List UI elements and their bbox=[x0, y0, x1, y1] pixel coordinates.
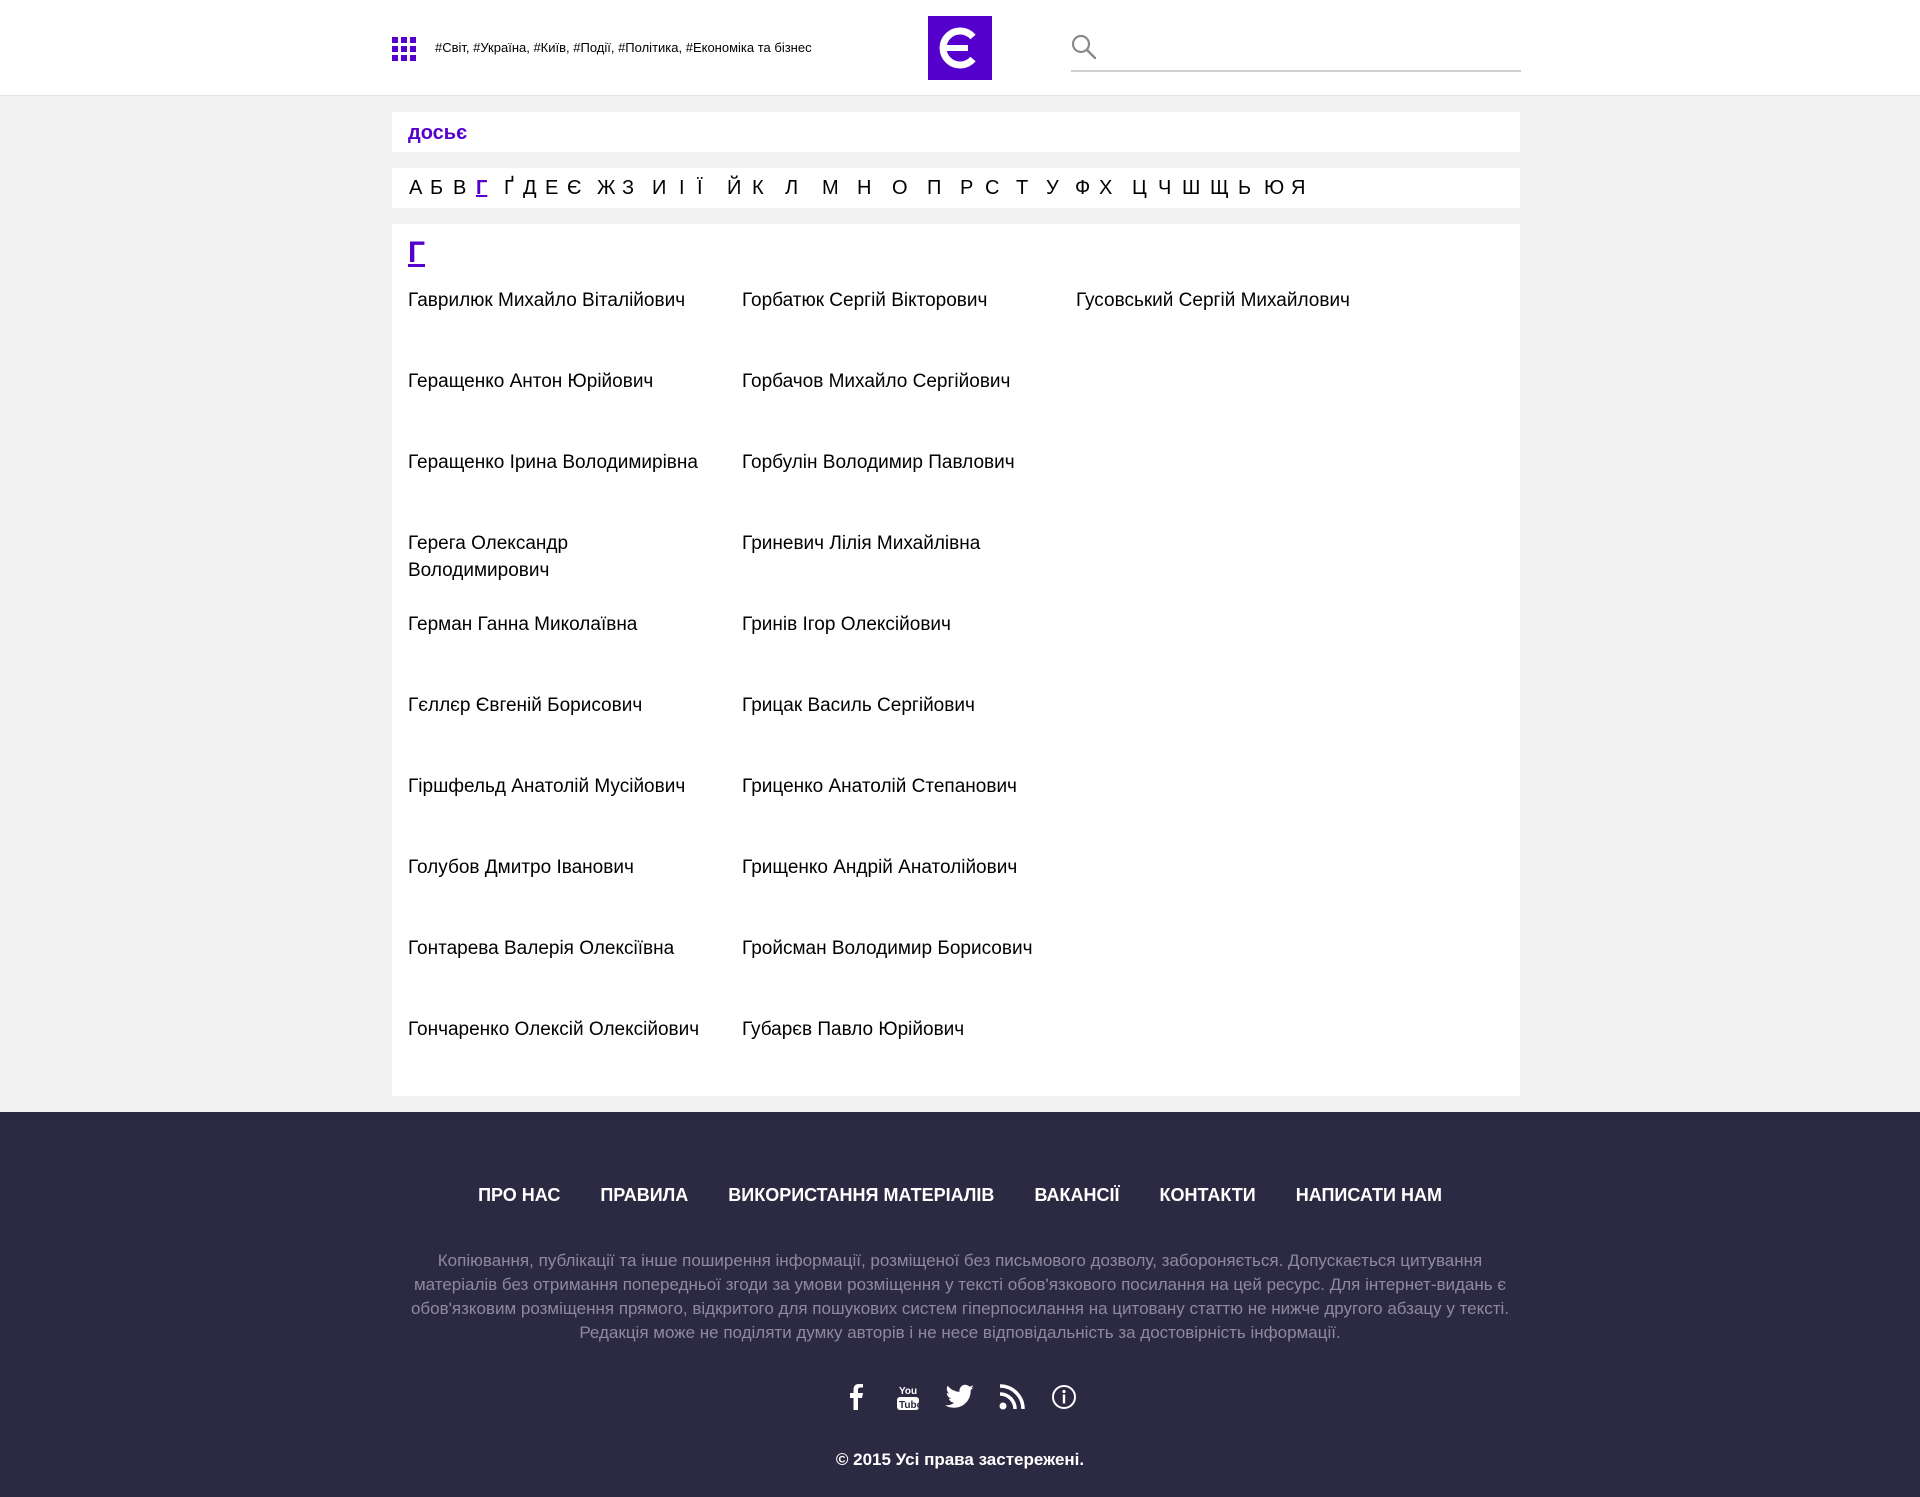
alphabet-letter[interactable]: П bbox=[927, 177, 941, 200]
alphabet-nav: АБВГҐДЕЄЖЗИІЇ ЙКЛ МНОПРСТУФХЦЧШЩЬЮЯ bbox=[392, 168, 1520, 208]
person-link[interactable]: Гройсман Володимир Борисович bbox=[742, 935, 1042, 962]
alphabet-letter[interactable]: Й bbox=[727, 177, 741, 200]
youtube-icon[interactable]: You Tube bbox=[893, 1382, 923, 1412]
alphabet-letter[interactable]: Д bbox=[523, 177, 537, 200]
person-link[interactable]: Грицак Василь Сергійович bbox=[742, 692, 1042, 719]
alphabet-letter[interactable]: Р bbox=[960, 177, 973, 200]
alphabet-letter[interactable]: Щ bbox=[1210, 177, 1229, 200]
person-link[interactable]: Гринів Ігор Олексійович bbox=[742, 611, 1042, 638]
alphabet-letter[interactable]: Ф bbox=[1075, 177, 1090, 200]
footer-nav-link[interactable]: КОНТАКТИ bbox=[1160, 1185, 1256, 1206]
site-logo[interactable] bbox=[928, 16, 992, 80]
person-link[interactable]: Горбачов Михайло Сергійович bbox=[742, 368, 1042, 395]
alphabet-letter[interactable]: Х bbox=[1099, 177, 1112, 200]
alphabet-letter[interactable]: Ц bbox=[1132, 177, 1147, 200]
alphabet-letter[interactable]: Є bbox=[567, 177, 581, 200]
twitter-icon[interactable] bbox=[945, 1382, 975, 1412]
alphabet-letter[interactable]: Ш bbox=[1182, 177, 1200, 200]
alphabet-letter[interactable]: М bbox=[822, 177, 839, 200]
person-link[interactable]: Гєллєр Євгеній Борисович bbox=[408, 692, 708, 719]
alphabet-letter[interactable]: Ж bbox=[597, 177, 615, 200]
section-title-bar: досьє bbox=[392, 112, 1520, 152]
alphabet-letter[interactable]: У bbox=[1046, 177, 1059, 200]
search-input[interactable] bbox=[1107, 34, 1517, 64]
alphabet-letter[interactable]: Г bbox=[476, 177, 487, 200]
alphabet-letter[interactable]: І bbox=[679, 177, 685, 200]
alphabet-letter[interactable]: К bbox=[752, 177, 764, 200]
alphabet-letter[interactable]: Е bbox=[545, 177, 558, 200]
current-letter-heading[interactable]: Г bbox=[408, 236, 425, 270]
person-link[interactable]: Грищенко Андрій Анатолійович bbox=[742, 854, 1042, 881]
social-links: You Tube bbox=[0, 1382, 1920, 1412]
person-link[interactable]: Геращенко Ірина Володимирівна bbox=[408, 449, 708, 476]
alphabet-letter[interactable]: И bbox=[652, 177, 666, 200]
alphabet-letter[interactable]: С bbox=[985, 177, 999, 200]
person-link[interactable]: Гриневич Лілія Михайлівна bbox=[742, 530, 1042, 557]
person-link[interactable]: Губарєв Павло Юрійович bbox=[742, 1016, 1042, 1043]
alphabet-letter[interactable]: А bbox=[409, 177, 422, 200]
page-title[interactable]: досьє bbox=[408, 122, 467, 145]
person-link[interactable]: Гриценко Анатолій Степанович bbox=[742, 773, 1042, 800]
person-link[interactable]: Гончаренко Олексій Олексійович bbox=[408, 1016, 708, 1043]
facebook-icon[interactable] bbox=[841, 1382, 871, 1412]
alphabet-letter[interactable]: Н bbox=[857, 177, 871, 200]
alphabet-letter[interactable]: Т bbox=[1016, 177, 1028, 200]
menu-grid-icon[interactable] bbox=[392, 37, 416, 61]
alphabet-letter[interactable]: Ю bbox=[1264, 177, 1284, 200]
person-link[interactable]: Горбатюк Сергій Вікторович bbox=[742, 287, 1042, 314]
person-link[interactable]: Гонтарева Валерія Олексіївна bbox=[408, 935, 708, 962]
alphabet-letter[interactable]: Ґ bbox=[504, 177, 514, 200]
svg-text:Tube: Tube bbox=[899, 1400, 920, 1411]
person-link[interactable]: Герега Олександр Володимирович bbox=[408, 530, 708, 584]
alphabet-letter[interactable]: Л bbox=[785, 177, 798, 200]
header-tags[interactable]: #Світ, #Україна, #Київ, #Події, #Політик… bbox=[435, 40, 812, 55]
alphabet-letter[interactable]: Я bbox=[1291, 177, 1305, 200]
search-icon[interactable] bbox=[1071, 34, 1097, 60]
search-box[interactable] bbox=[1071, 30, 1521, 72]
alphabet-letter[interactable]: О bbox=[892, 177, 908, 200]
alphabet-letter[interactable]: Ч bbox=[1158, 177, 1171, 200]
footer-nav: ПРО НАС ПРАВИЛА ВИКОРИСТАННЯ МАТЕРІАЛІВ ВАК… bbox=[0, 1185, 1920, 1206]
rss-icon[interactable] bbox=[997, 1382, 1027, 1412]
footer-nav-link[interactable]: ВАКАНСІЇ bbox=[1034, 1185, 1119, 1206]
person-link[interactable]: Геращенко Антон Юрійович bbox=[408, 368, 708, 395]
site-header: #Світ, #Україна, #Київ, #Події, #Політик… bbox=[0, 0, 1920, 96]
info-icon[interactable] bbox=[1049, 1382, 1079, 1412]
alphabet-letter[interactable]: Ї bbox=[697, 177, 703, 200]
footer-nav-link[interactable]: НАПИСАТИ НАМ bbox=[1296, 1185, 1442, 1206]
footer-nav-link[interactable]: ВИКОРИСТАННЯ МАТЕРІАЛІВ bbox=[728, 1185, 994, 1206]
person-link[interactable]: Герман Ганна Миколаївна bbox=[408, 611, 708, 638]
alphabet-letter[interactable]: В bbox=[453, 177, 466, 200]
logo-e-icon bbox=[939, 27, 976, 69]
person-link[interactable]: Голубов Дмитро Іванович bbox=[408, 854, 708, 881]
alphabet-letter[interactable]: Б bbox=[430, 177, 443, 200]
copyright: © 2015 Усі права застережені. bbox=[835, 1450, 1085, 1469]
person-link[interactable]: Гіршфельд Анатолій Мусійович bbox=[408, 773, 708, 800]
site-footer: ПРО НАС ПРАВИЛА ВИКОРИСТАННЯ МАТЕРІАЛІВ ВАК… bbox=[0, 1112, 1920, 1497]
person-link[interactable]: Горбулін Володимир Павлович bbox=[742, 449, 1042, 476]
footer-disclaimer: Копіювання, публікації та інше поширення… bbox=[410, 1251, 1510, 1342]
alphabet-letter[interactable]: З bbox=[622, 177, 634, 200]
dossier-list: Г Гаврилюк Михайло Віталійович Геращенко … bbox=[392, 224, 1520, 1096]
svg-text:You: You bbox=[899, 1386, 917, 1397]
footer-nav-link[interactable]: ПРАВИЛА bbox=[600, 1185, 688, 1206]
footer-nav-link[interactable]: ПРО НАС bbox=[478, 1185, 560, 1206]
person-link[interactable]: Гаврилюк Михайло Віталійович bbox=[408, 287, 708, 314]
alphabet-letter[interactable]: Ь bbox=[1238, 177, 1251, 200]
person-link[interactable]: Гусовський Сергій Михайлович bbox=[1076, 287, 1376, 314]
